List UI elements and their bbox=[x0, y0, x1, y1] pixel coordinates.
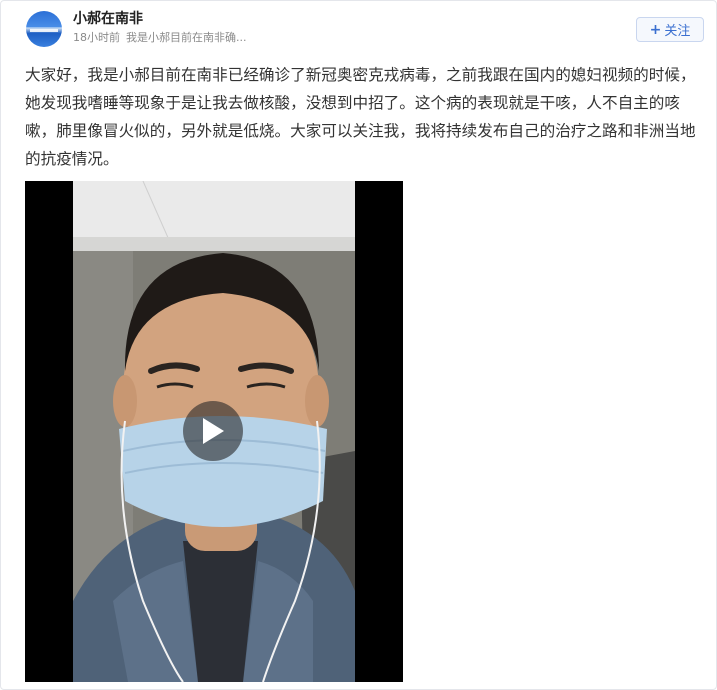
follow-label: 关注 bbox=[664, 24, 691, 39]
post-text: 大家好，我是小郝目前在南非已经确诊了新冠奥密克戎病毒，之前我跟在国内的媳妇视频的… bbox=[25, 66, 696, 168]
post-meta: 18小时前 我是小郝目前在南非确... bbox=[73, 31, 247, 45]
play-icon bbox=[203, 418, 224, 444]
avatar[interactable] bbox=[26, 11, 62, 47]
play-button[interactable] bbox=[183, 401, 243, 461]
follow-button[interactable]: + 关注 bbox=[636, 17, 704, 42]
avatar-horizon bbox=[30, 29, 58, 32]
plus-icon: + bbox=[649, 21, 662, 38]
post-time: 18小时前 bbox=[73, 31, 120, 44]
video-player[interactable] bbox=[25, 181, 403, 682]
post-source[interactable]: 我是小郝目前在南非确... bbox=[126, 31, 247, 44]
author-name[interactable]: 小郝在南非 bbox=[73, 10, 143, 28]
